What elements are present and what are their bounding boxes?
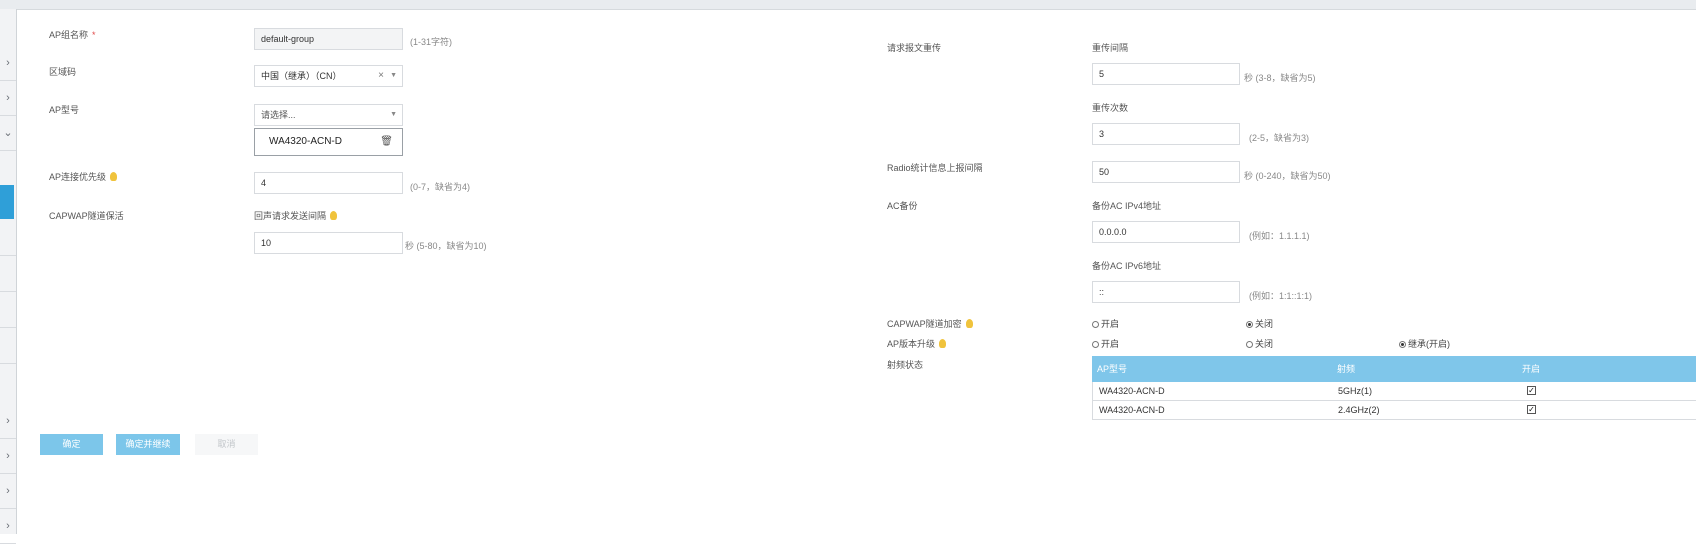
ipv6-label: 备份AC IPv6地址 — [1092, 261, 1162, 271]
region-select[interactable]: 中国（继承）（CN） × ▼ — [254, 65, 403, 87]
lightbulb-icon[interactable] — [110, 172, 118, 181]
radio-state-table: AP型号 射频 开启 WA4320-ACN-D 5GHz(1) ✓ WA4320… — [1092, 356, 1696, 420]
encrypt-label-text: CAPWAP隧道加密 — [887, 319, 962, 329]
retransmit-label: 请求报文重传 — [887, 43, 942, 53]
upgrade-off-radio[interactable]: 关闭 — [1246, 337, 1273, 350]
upgrade-inherit-radio[interactable]: 继承(开启) — [1399, 337, 1450, 350]
trash-icon[interactable]: 🗑 — [380, 129, 393, 155]
sidebar-expand-icon[interactable]: › — [0, 81, 16, 116]
row-model: WA4320-ACN-D — [1099, 405, 1165, 415]
ipv4-hint: (例如：1.1.1.1) — [1249, 231, 1310, 241]
model-selected-tag: WA4320-ACN-D 🗑 — [254, 128, 403, 156]
column-header-model: AP型号 — [1097, 364, 1128, 374]
enable-checkbox[interactable]: ✓ — [1527, 405, 1536, 414]
upgrade-inherit-label: 继承(开启) — [1408, 339, 1450, 349]
radio-stats-input[interactable]: 50 — [1092, 161, 1240, 183]
encrypt-off-radio[interactable]: 关闭 — [1246, 317, 1273, 330]
group-name-hint: (1-31字符) — [410, 37, 453, 47]
radio-stats-hint: 秒 (0-240，缺省为50) — [1244, 171, 1331, 181]
group-name-input[interactable]: default-group — [254, 28, 403, 50]
caret-down-icon[interactable]: ▼ — [390, 66, 397, 86]
echo-interval-label: 回声请求发送间隔 — [254, 209, 338, 222]
encrypt-on-label: 开启 — [1101, 319, 1120, 329]
ipv6-input[interactable]: :: — [1092, 281, 1240, 303]
priority-hint: (0-7，缺省为4) — [410, 182, 471, 192]
row-model: WA4320-ACN-D — [1099, 386, 1165, 396]
upgrade-off-label: 关闭 — [1255, 339, 1274, 349]
retrans-count-input[interactable]: 3 — [1092, 123, 1240, 145]
retrans-interval-input[interactable]: 5 — [1092, 63, 1240, 85]
group-name-label-text: AP组名称 — [49, 30, 89, 40]
model-placeholder: 请选择... — [261, 110, 296, 120]
radio-circle-icon[interactable] — [1246, 341, 1253, 348]
priority-label-text: AP连接优先级 — [49, 172, 107, 182]
retrans-count-hint: (2-5，缺省为3) — [1249, 133, 1310, 143]
ipv4-label: 备份AC IPv4地址 — [1092, 201, 1162, 211]
keepalive-label: CAPWAP隧道保活 — [49, 211, 124, 221]
sidebar-divider — [0, 291, 16, 292]
ipv6-hint: (例如：1:1::1:1) — [1249, 291, 1313, 301]
sidebar-expand-icon[interactable]: › — [0, 509, 16, 544]
region-label: 区域码 — [49, 67, 77, 77]
radio-state-label: 射频状态 — [887, 360, 924, 370]
sidebar-expand-icon[interactable]: › — [0, 46, 16, 81]
upgrade-label: AP版本升级 — [887, 337, 947, 350]
region-value: 中国（继承）（CN） — [261, 71, 342, 81]
table-row: WA4320-ACN-D 5GHz(1) ✓ — [1092, 382, 1696, 401]
upgrade-on-radio[interactable]: 开启 — [1092, 337, 1119, 350]
priority-input[interactable]: 4 — [254, 172, 403, 194]
upgrade-label-text: AP版本升级 — [887, 339, 936, 349]
ok-button[interactable]: 确定 — [40, 434, 103, 455]
radio-stats-label: Radio统计信息上报间隔 — [887, 163, 983, 173]
radio-circle-icon[interactable] — [1092, 321, 1099, 328]
sidebar-active-item[interactable] — [0, 185, 14, 219]
priority-label: AP连接优先级 — [49, 170, 118, 183]
model-select[interactable]: 请选择... ▼ — [254, 104, 403, 126]
echo-interval-hint: 秒 (5-80，缺省为10) — [405, 241, 487, 251]
lightbulb-icon[interactable] — [965, 319, 973, 328]
table-row: WA4320-ACN-D 2.4GHz(2) ✓ — [1092, 401, 1696, 420]
radio-circle-icon[interactable] — [1092, 341, 1099, 348]
sidebar-collapse-icon[interactable]: ⌄ — [0, 116, 16, 151]
group-name-label: AP组名称 * — [49, 28, 96, 41]
lightbulb-icon[interactable] — [939, 339, 947, 348]
model-selected-value: WA4320-ACN-D — [269, 136, 342, 147]
encrypt-off-label: 关闭 — [1255, 319, 1274, 329]
upgrade-on-label: 开启 — [1101, 339, 1120, 349]
sidebar-divider — [0, 327, 16, 328]
lightbulb-icon[interactable] — [330, 211, 338, 220]
sidebar-expand-icon[interactable]: › — [0, 439, 16, 474]
radio-checked-icon[interactable] — [1399, 341, 1406, 348]
cancel-button[interactable]: 取消 — [195, 434, 258, 455]
sidebar-expand-icon[interactable]: › — [0, 474, 16, 509]
close-icon[interactable]: × — [378, 66, 384, 86]
encrypt-on-radio[interactable]: 开启 — [1092, 317, 1119, 330]
ipv4-input[interactable]: 0.0.0.0 — [1092, 221, 1240, 243]
column-header-enabled: 开启 — [1522, 364, 1541, 374]
echo-interval-label-text: 回声请求发送间隔 — [254, 211, 327, 221]
row-radio: 5GHz(1) — [1338, 386, 1373, 396]
enable-checkbox[interactable]: ✓ — [1527, 386, 1536, 395]
ok-continue-button[interactable]: 确定并继续 — [116, 434, 180, 455]
sidebar-divider — [0, 363, 16, 364]
radio-checked-icon[interactable] — [1246, 321, 1253, 328]
encrypt-label: CAPWAP隧道加密 — [887, 317, 973, 330]
top-bar — [0, 0, 1696, 10]
retrans-interval-label: 重传间隔 — [1092, 43, 1129, 53]
sidebar-divider — [0, 255, 16, 256]
required-mark: * — [92, 30, 96, 40]
table-header: AP型号 射频 开启 — [1092, 356, 1696, 382]
retrans-count-label: 重传次数 — [1092, 103, 1129, 113]
retrans-interval-hint: 秒 (3-8，缺省为5) — [1244, 73, 1316, 83]
row-radio: 2.4GHz(2) — [1338, 405, 1380, 415]
caret-down-icon[interactable]: ▼ — [390, 105, 397, 125]
sidebar-expand-icon[interactable]: › — [0, 404, 16, 439]
ac-backup-label: AC备份 — [887, 201, 918, 211]
sidebar: › › ⌄ › › › › — [0, 9, 17, 544]
column-header-radio: 射频 — [1337, 364, 1356, 374]
echo-interval-input[interactable]: 10 — [254, 232, 403, 254]
model-label: AP型号 — [49, 105, 80, 115]
